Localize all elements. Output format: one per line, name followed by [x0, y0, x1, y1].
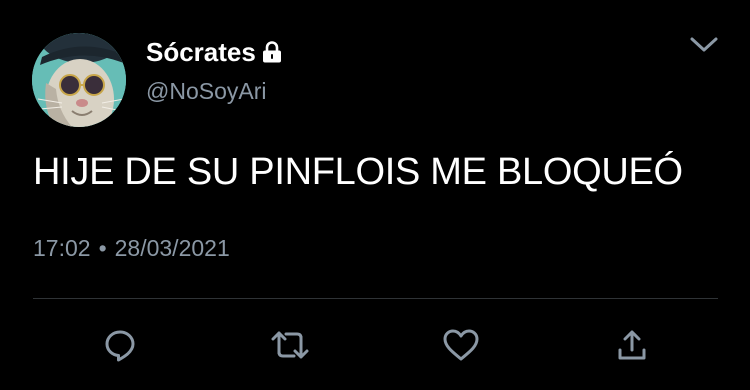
- chevron-down-icon: [690, 37, 718, 52]
- share-button[interactable]: [612, 325, 652, 365]
- tweet-meta: 17:02 • 28/03/2021: [33, 232, 230, 264]
- avatar-image: [32, 33, 126, 127]
- tweet-menu-button[interactable]: [684, 30, 724, 60]
- divider: [33, 298, 718, 299]
- author-row: Sócrates: [146, 36, 282, 68]
- display-name[interactable]: Sócrates: [146, 36, 256, 68]
- like-button[interactable]: [441, 325, 481, 365]
- lock-icon: [262, 41, 282, 63]
- author-handle[interactable]: @NoSoyAri: [146, 76, 267, 106]
- avatar[interactable]: [32, 33, 126, 127]
- reply-button[interactable]: [100, 325, 140, 365]
- tweet-text: HIJE DE SU PINFLOIS ME BLOQUEÓ: [33, 151, 683, 193]
- reply-bubble-icon: [105, 330, 135, 362]
- tweet-date: 28/03/2021: [114, 235, 230, 261]
- meta-separator: •: [98, 235, 107, 261]
- retweet-button[interactable]: [270, 325, 310, 365]
- heart-icon: [443, 329, 479, 361]
- tweet-time: 17:02: [33, 235, 91, 261]
- share-icon: [618, 330, 646, 360]
- retweet-icon: [271, 331, 309, 359]
